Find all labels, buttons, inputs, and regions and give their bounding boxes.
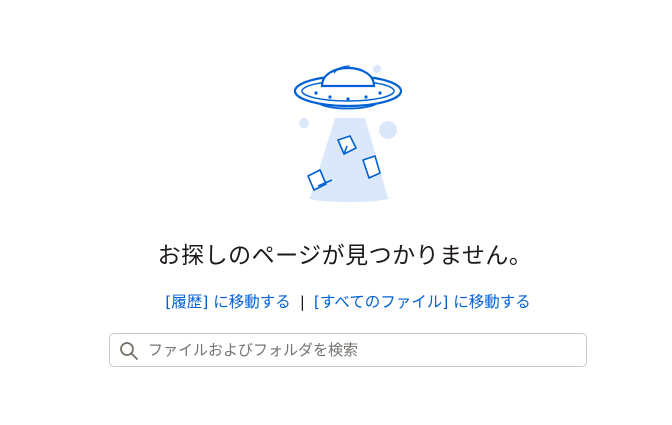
all-files-link-suffix: に移動する <box>448 293 531 311</box>
all-files-link-label: [すべてのファイル] <box>313 293 449 311</box>
history-link[interactable]: [履歴] に移動する <box>165 293 295 311</box>
all-files-link[interactable]: [すべてのファイル] に移動する <box>314 293 531 311</box>
search-input[interactable] <box>148 337 578 363</box>
ufo-icon <box>293 65 403 202</box>
search-icon <box>120 342 138 360</box>
history-link-label: [履歴] <box>165 293 209 311</box>
navigation-links: [履歴] に移動する | [すべてのファイル] に移動する <box>0 290 672 312</box>
page-title: お探しのページが見つかりません。 <box>157 243 533 269</box>
link-separator: | <box>299 293 305 311</box>
not-found-page: お探しのページが見つかりません。 [履歴] に移動する | [すべてのファイル]… <box>0 0 672 425</box>
search-box[interactable] <box>109 333 587 367</box>
history-link-suffix: に移動する <box>208 293 291 311</box>
